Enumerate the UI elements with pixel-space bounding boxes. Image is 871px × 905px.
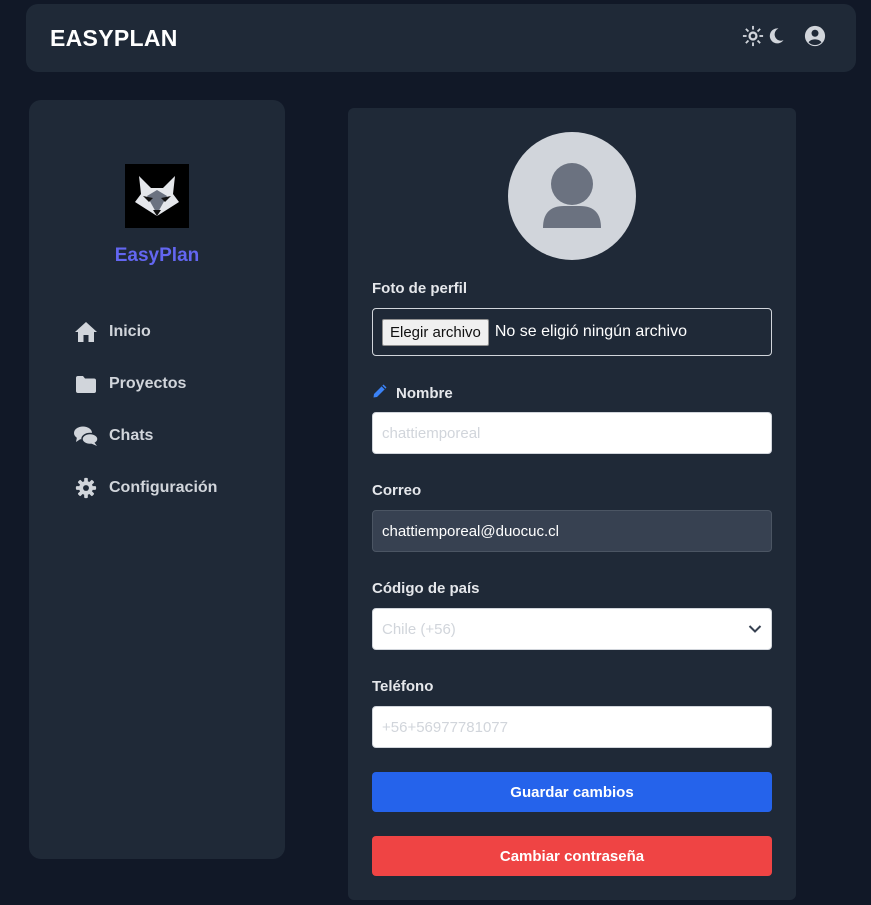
name-field[interactable] bbox=[372, 412, 772, 454]
photo-label: Foto de perfil bbox=[372, 280, 467, 297]
profile-form-card: Foto de perfil Elegir archivo No se elig… bbox=[348, 108, 796, 900]
email-value: chattiemporeal@duocuc.cl bbox=[382, 522, 559, 540]
chevron-down-icon bbox=[748, 621, 762, 638]
change-password-button[interactable]: Cambiar contraseña bbox=[372, 836, 772, 876]
home-icon bbox=[73, 320, 99, 344]
sidebar-brand: EasyPlan bbox=[114, 245, 200, 266]
phone-field[interactable] bbox=[372, 706, 772, 748]
name-label-text: Nombre bbox=[396, 384, 453, 402]
sidebar-item-proyectos[interactable]: Proyectos bbox=[73, 372, 217, 396]
user-silhouette-icon bbox=[543, 163, 601, 228]
profile-photo-file-input[interactable]: Elegir archivo No se eligió ningún archi… bbox=[372, 308, 772, 356]
avatar bbox=[508, 132, 636, 260]
moon-icon bbox=[766, 26, 786, 51]
folder-icon bbox=[73, 372, 99, 396]
theme-toggle[interactable] bbox=[742, 25, 786, 52]
country-code-label: Código de país bbox=[372, 580, 480, 597]
sidebar-item-configuracion[interactable]: Configuración bbox=[73, 476, 217, 500]
top-navbar: EASYPLAN bbox=[26, 4, 856, 72]
country-code-select[interactable]: Chile (+56) bbox=[372, 608, 772, 650]
email-field: chattiemporeal@duocuc.cl bbox=[372, 510, 772, 552]
pencil-icon bbox=[372, 383, 388, 403]
name-label: Nombre bbox=[372, 383, 453, 403]
file-status-text: No se eligió ningún archivo bbox=[494, 323, 687, 340]
chat-icon bbox=[73, 424, 99, 448]
wolf-logo bbox=[125, 164, 189, 228]
top-actions bbox=[742, 25, 826, 52]
name-input[interactable] bbox=[382, 424, 762, 442]
app-brand[interactable]: EASYPLAN bbox=[50, 25, 178, 52]
phone-label: Teléfono bbox=[372, 678, 434, 695]
choose-file-button[interactable]: Elegir archivo bbox=[382, 318, 489, 346]
country-code-value: Chile (+56) bbox=[382, 620, 456, 638]
sidebar-nav: Inicio Proyectos Chats Configuración bbox=[73, 320, 217, 528]
save-changes-button[interactable]: Guardar cambios bbox=[372, 772, 772, 812]
user-circle-icon bbox=[804, 25, 826, 52]
sidebar-item-chats[interactable]: Chats bbox=[73, 424, 217, 448]
sidebar-item-label: Chats bbox=[109, 427, 154, 444]
email-label: Correo bbox=[372, 482, 422, 499]
sidebar-item-inicio[interactable]: Inicio bbox=[73, 320, 217, 344]
user-menu-button[interactable] bbox=[804, 25, 826, 52]
sidebar-item-label: Proyectos bbox=[109, 375, 187, 392]
sun-icon bbox=[742, 25, 764, 52]
phone-input[interactable] bbox=[382, 718, 762, 736]
sidebar-item-label: Inicio bbox=[109, 323, 151, 340]
sidebar-item-label: Configuración bbox=[109, 479, 218, 496]
gear-icon bbox=[73, 476, 99, 500]
sidebar: EasyPlan Inicio Proyectos Chats Configur… bbox=[29, 100, 285, 859]
